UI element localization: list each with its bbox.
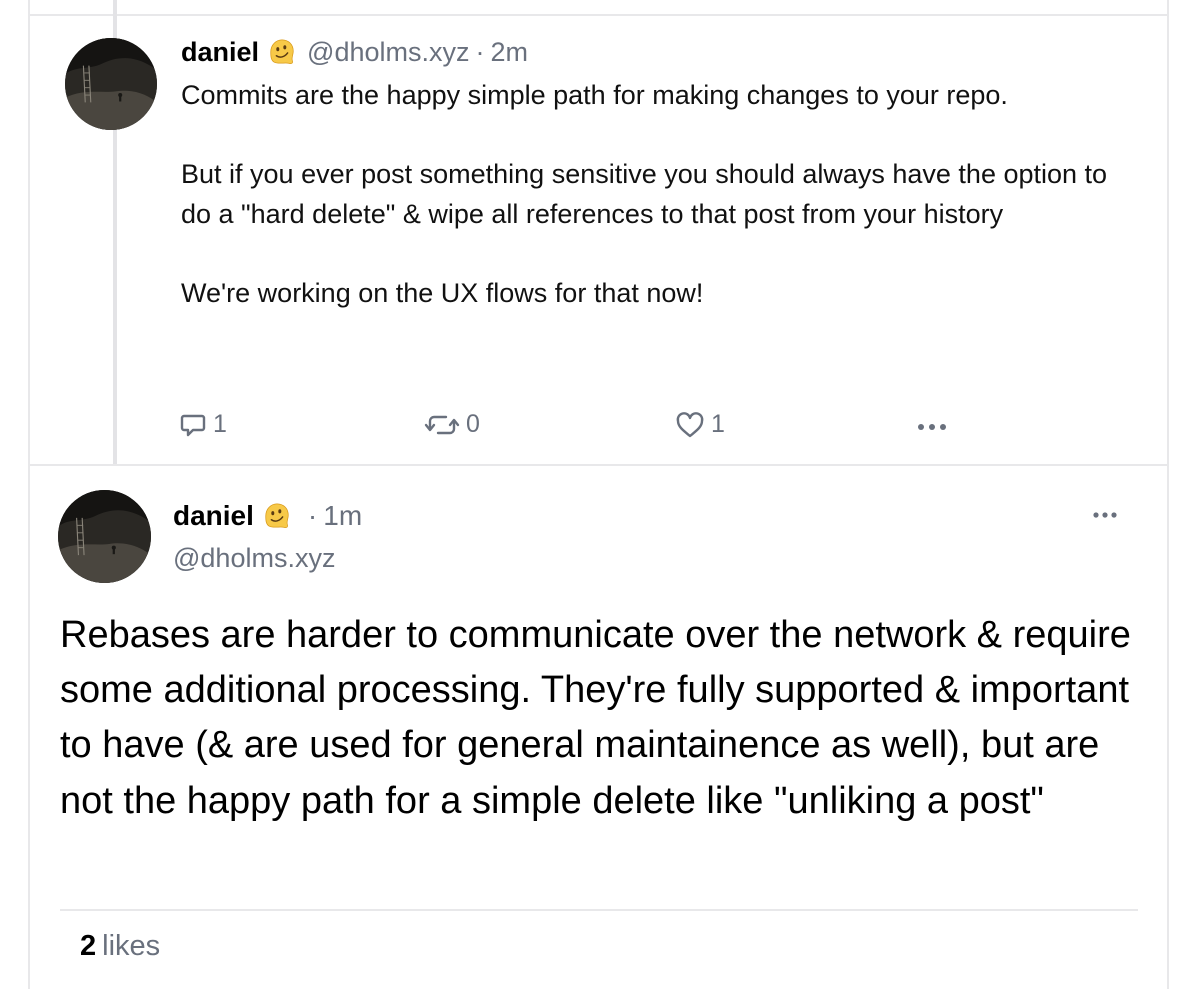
repost-button[interactable]: 0 [424, 410, 480, 439]
likes-summary[interactable]: 2 likes [80, 930, 160, 963]
likes-label: likes [102, 930, 161, 962]
author-name[interactable]: daniel [173, 500, 254, 532]
like-button[interactable]: 1 [675, 410, 725, 439]
main-post-header: daniel · 1m [173, 500, 362, 532]
separator-dot: · [475, 36, 485, 67]
likes-divider [60, 909, 1138, 911]
author-name[interactable]: daniel [181, 37, 259, 68]
post-text: Commits are the happy simple path for ma… [181, 76, 1131, 313]
post-timestamp[interactable]: 2m [490, 37, 528, 68]
avatar-cave-image [58, 490, 151, 583]
reply-header: daniel @dholms.xyz · 2m [181, 32, 528, 72]
like-icon [676, 411, 704, 437]
author-handle[interactable]: @dholms.xyz [307, 37, 469, 68]
author-handle[interactable]: @dholms.xyz [173, 543, 335, 574]
avatar[interactable] [65, 38, 157, 130]
repost-icon [424, 415, 460, 434]
like-count: 1 [711, 410, 725, 438]
post-timestamp[interactable]: 1m [323, 500, 362, 532]
reply-button[interactable]: 1 [179, 410, 227, 439]
likes-count: 2 [80, 930, 97, 962]
more-icon [1093, 512, 1117, 518]
separator-dot: · [307, 500, 318, 531]
post-paragraph: Rebases are harder to communicate over t… [60, 614, 1131, 822]
avatar-cave-image [65, 38, 157, 130]
more-options-button[interactable] [917, 422, 947, 432]
melting-face-emoji [270, 39, 294, 64]
post-paragraph: But if you ever post something sensitive… [181, 159, 1108, 229]
feed-left-border [28, 0, 30, 989]
more-icon [918, 424, 946, 430]
melting-face-emoji [265, 503, 289, 528]
feed-right-border [1167, 0, 1169, 989]
reply-top-border [28, 14, 1169, 16]
post-paragraph: Commits are the happy simple path for ma… [181, 80, 1008, 110]
repost-count: 0 [466, 410, 480, 438]
reply-count: 1 [213, 410, 227, 438]
avatar[interactable] [58, 490, 151, 583]
post-paragraph: We're working on the UX flows for that n… [181, 277, 704, 308]
more-options-button[interactable] [1092, 507, 1118, 525]
post-divider [28, 464, 1169, 466]
reply-icon [180, 414, 206, 436]
post-actions-bar: 1 0 1 [0, 408, 1200, 448]
post-text: Rebases are harder to communicate over t… [60, 608, 1140, 829]
